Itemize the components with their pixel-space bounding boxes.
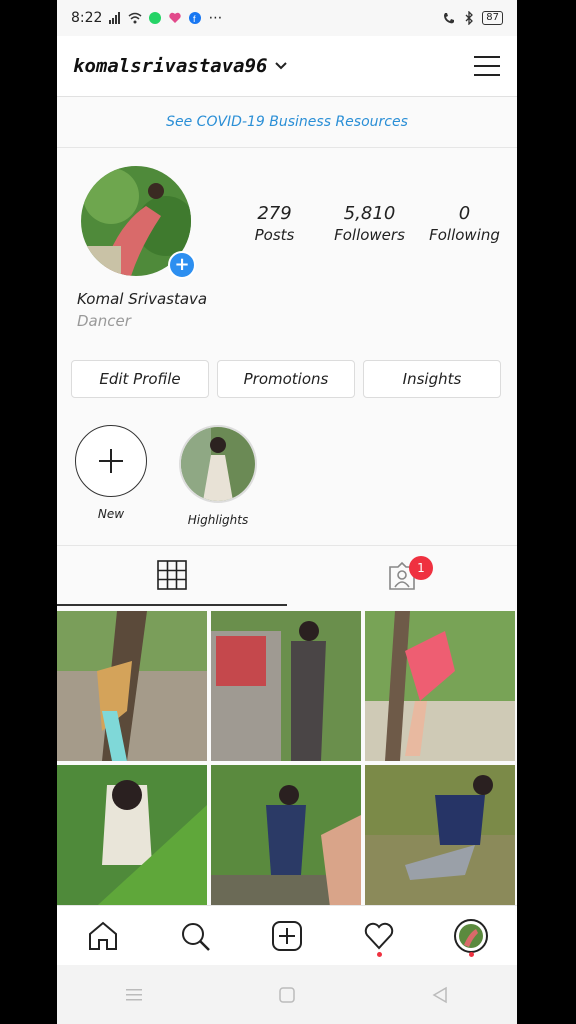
post-thumbnail[interactable]	[57, 611, 207, 761]
following-count: 0	[458, 203, 471, 224]
posts-grid	[57, 611, 517, 915]
posts-stat[interactable]: 279 Posts	[227, 203, 322, 244]
profile-bio: Dancer	[77, 312, 131, 330]
nav-activity[interactable]	[356, 913, 402, 959]
plus-icon	[99, 449, 123, 473]
post-photo	[57, 611, 207, 761]
profile-dot	[468, 952, 474, 957]
post-photo	[365, 765, 515, 915]
battery-indicator: 87	[482, 11, 503, 25]
followers-stat[interactable]: 5,810 Followers	[322, 203, 417, 244]
square-home-icon	[279, 986, 295, 1003]
more-notifications-icon: ⋯	[208, 10, 223, 26]
system-navigation	[57, 965, 517, 1024]
add-story-plus-icon[interactable]: +	[168, 251, 196, 279]
post-thumbnail[interactable]	[365, 765, 515, 915]
recent-apps-button[interactable]	[119, 980, 149, 1010]
back-triangle-icon	[432, 986, 448, 1003]
posts-count: 279	[257, 203, 292, 224]
heart-icon	[364, 922, 394, 950]
menu-icon[interactable]	[473, 54, 501, 78]
username: komalsrivastava96	[73, 55, 268, 77]
post-photo	[365, 611, 515, 761]
back-button[interactable]	[425, 980, 455, 1010]
home-system-button[interactable]	[272, 980, 302, 1010]
add-post-icon	[272, 921, 302, 951]
insights-button[interactable]: Insights	[363, 360, 501, 398]
signal-icon	[109, 12, 121, 24]
search-icon	[182, 923, 210, 951]
edit-profile-button[interactable]: Edit Profile	[71, 360, 209, 398]
following-label: Following	[429, 226, 500, 244]
call-icon	[444, 13, 455, 24]
covid-banner: See COVID-19 Business Resources	[57, 97, 517, 148]
bottom-navigation	[57, 905, 517, 966]
post-photo	[57, 765, 207, 915]
followers-label: Followers	[334, 226, 405, 244]
profile-section: + 279 Posts 5,810 Followers 0 Following …	[57, 148, 517, 358]
nav-create[interactable]	[264, 913, 310, 959]
profile-actions: Edit Profile Promotions Insights	[71, 360, 501, 398]
new-highlight-circle	[75, 425, 147, 497]
bluetooth-icon	[465, 11, 474, 25]
promotions-button[interactable]: Promotions	[217, 360, 355, 398]
highlight-photo	[181, 427, 255, 501]
nav-home[interactable]	[80, 913, 126, 959]
following-stat[interactable]: 0 Following	[417, 203, 512, 244]
highlight-label: Highlights	[187, 513, 249, 527]
home-icon	[89, 921, 117, 950]
heart-app-icon	[169, 12, 182, 23]
profile-stats: 279 Posts 5,810 Followers 0 Following	[227, 203, 512, 244]
nav-profile[interactable]	[448, 913, 494, 959]
content-tabs: 1	[57, 545, 517, 606]
instagram-profile-screen: 8:22 f ⋯ 87 komalsrivastava96 See COVID-…	[57, 0, 517, 1024]
tab-grid[interactable]	[57, 546, 287, 606]
wifi-icon	[128, 12, 142, 24]
highlight-thumbnail	[179, 425, 257, 503]
story-highlights: New Highlights	[75, 425, 257, 527]
status-left: 8:22 f ⋯	[71, 10, 222, 26]
grid-icon	[157, 560, 187, 590]
post-photo	[211, 765, 361, 915]
new-highlight-label: New	[97, 507, 125, 521]
facebook-icon: f	[189, 12, 202, 24]
chevron-down-icon	[275, 62, 288, 70]
status-time: 8:22	[71, 10, 103, 26]
activity-dot	[376, 952, 382, 957]
post-photo	[211, 611, 361, 761]
profile-header: komalsrivastava96	[57, 36, 517, 97]
post-thumbnail[interactable]	[57, 765, 207, 915]
whatsapp-icon	[149, 12, 162, 24]
nav-search[interactable]	[172, 913, 218, 959]
status-bar: 8:22 f ⋯ 87	[57, 0, 517, 36]
post-thumbnail[interactable]	[211, 611, 361, 761]
covid-resources-link[interactable]: See COVID-19 Business Resources	[166, 114, 408, 130]
tab-tagged[interactable]	[287, 546, 517, 606]
posts-label: Posts	[254, 226, 295, 244]
tagged-notification-badge: 1	[409, 556, 433, 580]
profile-name: Komal Srivastava	[77, 290, 208, 308]
post-thumbnail[interactable]	[211, 765, 361, 915]
status-right: 87	[442, 11, 503, 25]
recent-apps-icon	[125, 988, 142, 1000]
profile-avatar-icon	[454, 919, 488, 953]
new-highlight[interactable]: New	[75, 425, 147, 527]
post-thumbnail[interactable]	[365, 611, 515, 761]
account-switcher[interactable]: komalsrivastava96	[73, 55, 288, 77]
highlight-item[interactable]: Highlights	[179, 425, 257, 527]
followers-count: 5,810	[343, 203, 396, 224]
